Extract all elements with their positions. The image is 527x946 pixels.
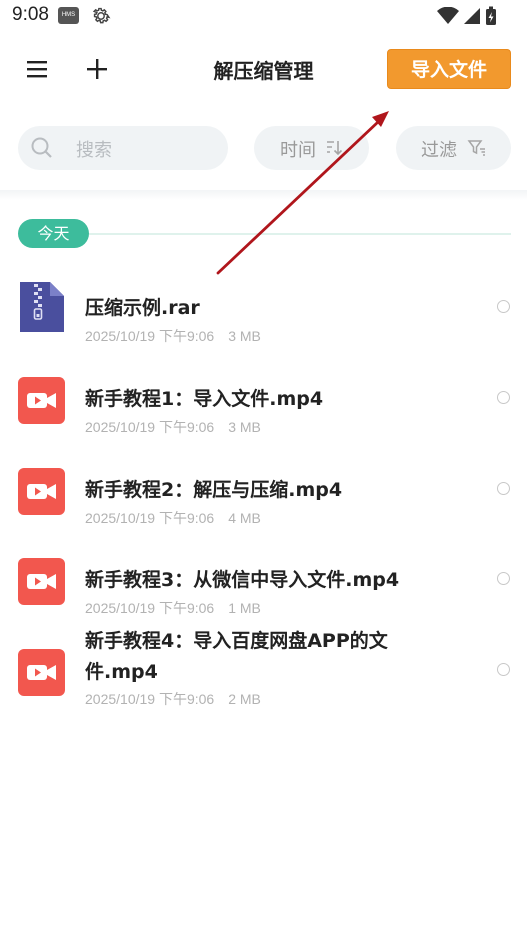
file-meta: 2025/10/19 下午9:06 4 MB — [85, 508, 261, 528]
file-row[interactable]: 新手教程2：解压与压缩.mp4 2025/10/19 下午9:06 4 MB — [0, 443, 527, 533]
battery-charging-icon — [486, 6, 496, 25]
search-input[interactable]: 搜索 — [18, 126, 228, 170]
file-meta: 2025/10/19 下午9:06 1 MB — [85, 598, 261, 618]
file-row[interactable]: 新手教程3：从微信中导入文件.mp4 2025/10/19 下午9:06 1 MB — [0, 534, 527, 624]
file-size: 3 MB — [228, 419, 261, 435]
select-radio[interactable] — [497, 482, 510, 495]
status-indicators — [437, 5, 497, 27]
select-radio[interactable] — [497, 663, 510, 676]
wifi-icon — [437, 7, 459, 24]
search-icon — [31, 137, 52, 158]
file-size: 1 MB — [228, 600, 261, 616]
file-meta: 2025/10/19 下午9:06 3 MB — [85, 326, 261, 346]
file-date: 2025/10/19 下午9:06 — [85, 328, 215, 344]
file-size: 2 MB — [228, 691, 261, 707]
signal-icon — [464, 8, 480, 24]
sort-descending-icon — [327, 141, 343, 156]
file-date: 2025/10/19 下午9:06 — [85, 691, 215, 707]
file-date: 2025/10/19 下午9:06 — [85, 510, 215, 526]
sort-label: 时间 — [280, 140, 316, 161]
file-name-line-2: 件.mp4 — [85, 661, 158, 683]
settings-gear-icon — [92, 7, 111, 24]
file-size: 3 MB — [228, 328, 261, 344]
filter-label: 过滤 — [421, 140, 457, 161]
filter-button[interactable]: 过滤 — [396, 126, 511, 170]
sort-by-time-button[interactable]: 时间 — [254, 126, 369, 170]
section-divider — [89, 233, 511, 235]
hms-badge: HMS — [58, 7, 79, 24]
file-row[interactable]: 新手教程4：导入百度网盘APP的文 件.mp4 2025/10/19 下午9:0… — [0, 620, 527, 720]
video-file-icon — [18, 558, 65, 605]
search-placeholder: 搜索 — [76, 140, 112, 161]
header-divider — [0, 190, 527, 200]
file-row[interactable]: 压缩示例.rar 2025/10/19 下午9:06 3 MB — [0, 262, 527, 352]
import-file-button[interactable]: 导入文件 — [387, 49, 511, 89]
select-radio[interactable] — [497, 300, 510, 313]
file-size: 4 MB — [228, 510, 261, 526]
file-name: 压缩示例.rar — [85, 297, 200, 319]
rar-file-icon — [20, 282, 64, 332]
file-meta: 2025/10/19 下午9:06 3 MB — [85, 417, 261, 437]
video-file-icon — [18, 377, 65, 424]
file-meta: 2025/10/19 下午9:06 2 MB — [85, 689, 261, 709]
file-name-line-1: 新手教程4：导入百度网盘APP的文 — [85, 630, 388, 652]
video-file-icon — [18, 468, 65, 515]
file-date: 2025/10/19 下午9:06 — [85, 419, 215, 435]
status-time: 9:08 — [12, 4, 49, 25]
select-radio[interactable] — [497, 572, 510, 585]
section-badge-today: 今天 — [18, 219, 89, 248]
filter-icon — [467, 140, 485, 156]
file-date: 2025/10/19 下午9:06 — [85, 600, 215, 616]
file-name: 新手教程2：解压与压缩.mp4 — [85, 479, 343, 501]
select-radio[interactable] — [497, 391, 510, 404]
file-name: 新手教程1：导入文件.mp4 — [85, 388, 324, 410]
file-name: 新手教程3：从微信中导入文件.mp4 — [85, 569, 400, 591]
file-row[interactable]: 新手教程1：导入文件.mp4 2025/10/19 下午9:06 3 MB — [0, 352, 527, 442]
video-file-icon — [18, 649, 65, 696]
